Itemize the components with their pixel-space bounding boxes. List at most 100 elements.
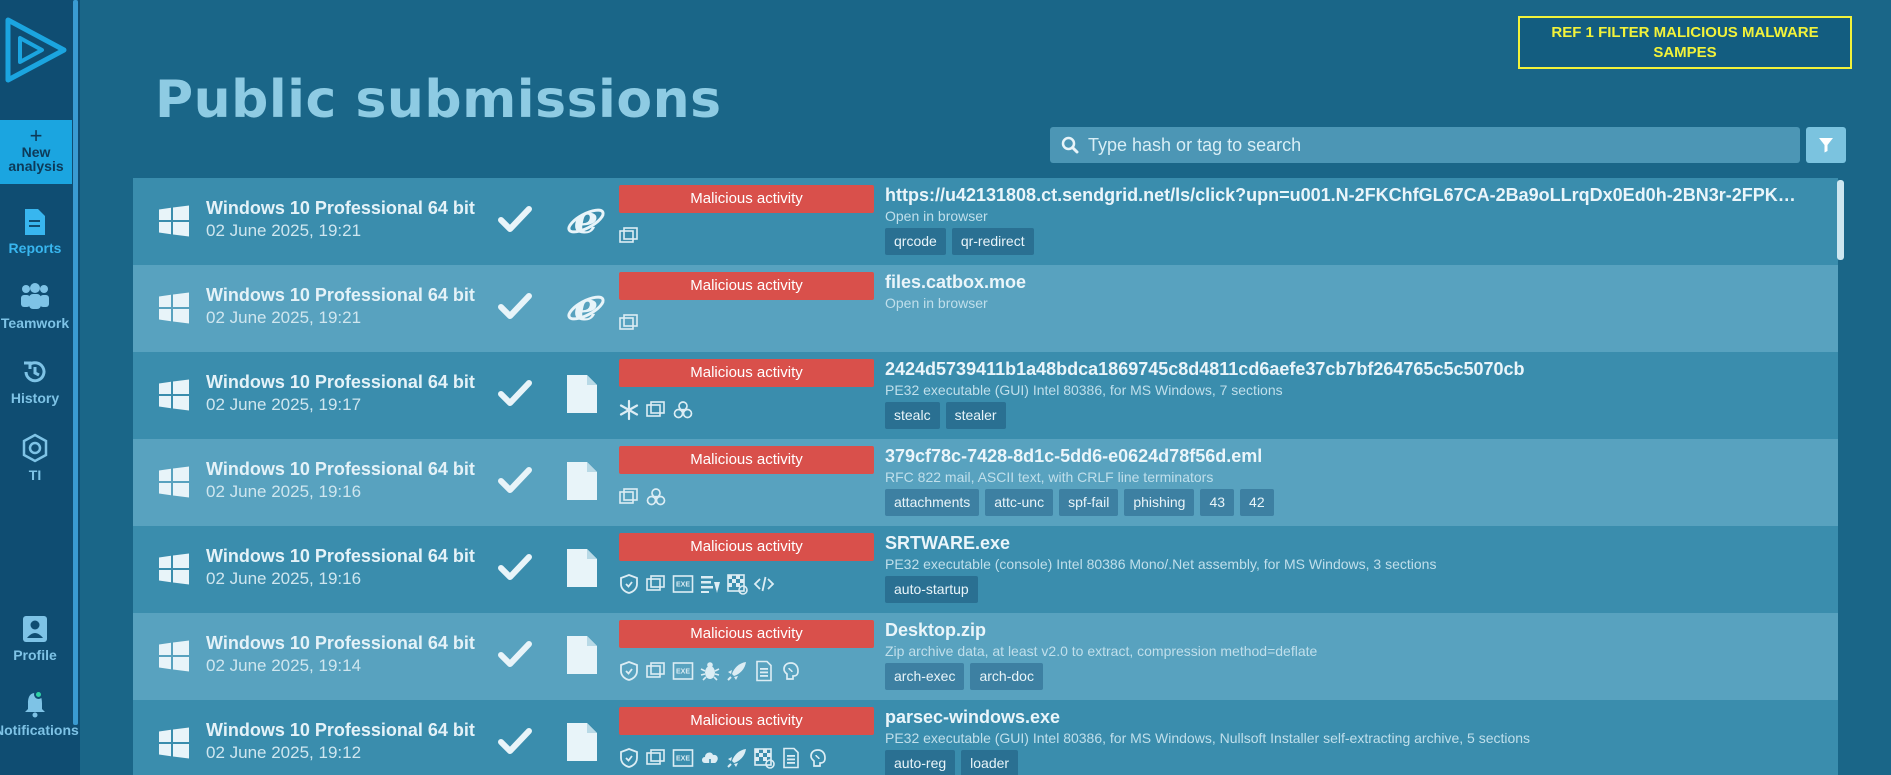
submission-title[interactable]: 379cf78c-7428-8d1c-5dd6-e0624d78f56d.eml: [885, 446, 1262, 467]
tag[interactable]: qrcode: [885, 228, 946, 255]
new-analysis-label-2: analysis: [8, 158, 64, 174]
os-icon: [158, 553, 190, 590]
file-icon: [567, 636, 597, 674]
reports-icon: [25, 209, 45, 235]
table-row[interactable]: Windows 10 Professional 64 bit 02 June 2…: [133, 700, 1838, 775]
file-icon: [567, 462, 597, 500]
sidebar-scrollbar[interactable]: [73, 0, 78, 725]
new-analysis-button[interactable]: + New analysis: [0, 120, 72, 184]
filter-button[interactable]: [1806, 127, 1846, 163]
app-type: [565, 721, 599, 768]
verdict-badge: Malicious activity: [619, 707, 874, 735]
search-input[interactable]: Type hash or tag to search: [1050, 127, 1800, 163]
submission-date: 02 June 2025, 19:16: [206, 482, 362, 501]
sidebar-item-history[interactable]: History: [0, 358, 70, 406]
sidebar-item-label: TI: [28, 467, 42, 483]
exe-icon: EXE: [672, 660, 694, 682]
sidebar-item-notifications[interactable]: Notifications: [0, 690, 79, 738]
verdict-badge: Malicious activity: [619, 272, 874, 300]
brain-icon: [780, 660, 802, 682]
verdict-badge: Malicious activity: [619, 620, 874, 648]
shield-icon: [618, 747, 640, 769]
table-row[interactable]: Windows 10 Professional 64 bit 02 June 2…: [133, 265, 1838, 352]
tag[interactable]: spf-fail: [1059, 489, 1119, 516]
status-check: [498, 378, 532, 413]
os-icon: [158, 379, 190, 416]
status-check: [498, 726, 532, 761]
internet-explorer-icon: e: [567, 284, 605, 329]
file-icon: [567, 549, 597, 587]
submission-title[interactable]: 2424d5739411b1a48bdca1869745c8d4811cd6ae…: [885, 359, 1525, 380]
submission-title[interactable]: parsec-windows.exe: [885, 707, 1060, 728]
sidebar-item-profile[interactable]: Profile: [0, 615, 70, 663]
table-row[interactable]: Windows 10 Professional 64 bit 02 June 2…: [133, 526, 1838, 613]
os-name: Windows 10 Professional 64 bit: [206, 633, 475, 653]
tag[interactable]: qr-redirect: [951, 228, 1034, 255]
behavior-icons: [618, 399, 694, 423]
submission-title[interactable]: Desktop.zip: [885, 620, 986, 641]
sidebar-item-label: Teamwork: [0, 315, 70, 331]
check-icon: [498, 206, 532, 232]
table-row[interactable]: Windows 10 Professional 64 bit 02 June 2…: [133, 352, 1838, 439]
submission-title[interactable]: SRTWARE.exe: [885, 533, 1010, 554]
tag[interactable]: phishing: [1124, 489, 1195, 516]
windows-icon: [618, 225, 640, 247]
tag-list: arch-exec arch-doc: [885, 663, 1043, 690]
submission-title[interactable]: https://u42131808.ct.sendgrid.net/ls/cli…: [885, 185, 1800, 206]
check-icon: [498, 728, 532, 754]
tag[interactable]: 42: [1240, 489, 1274, 516]
tag[interactable]: auto-reg: [885, 750, 956, 775]
windows-logo-icon: [159, 466, 189, 498]
table-row[interactable]: Windows 10 Professional 64 bit 02 June 2…: [133, 178, 1838, 265]
sidebar-item-label: History: [10, 390, 60, 406]
sidebar-item-label: Reports: [8, 240, 62, 256]
tag[interactable]: loader: [961, 750, 1019, 775]
tag[interactable]: arch-exec: [885, 663, 965, 690]
check-icon: [498, 641, 532, 667]
app-type: e: [565, 197, 607, 246]
os-name: Windows 10 Professional 64 bit: [206, 198, 475, 218]
code-icon: [753, 573, 775, 595]
os-name: Windows 10 Professional 64 bit: [206, 459, 475, 479]
sidebar-item-label: Notifications: [0, 722, 79, 738]
windows-icon: [645, 573, 667, 595]
submission-date: 02 June 2025, 19:12: [206, 743, 362, 762]
tag[interactable]: attachments: [885, 489, 980, 516]
profile-icon: [23, 616, 47, 642]
sidebar-item-ti[interactable]: TI: [0, 433, 70, 483]
windows-logo-icon: [159, 292, 189, 324]
windows-icon: [618, 486, 640, 508]
sidebar: + New analysis Reports Teamwork History: [0, 0, 80, 775]
table-row[interactable]: Windows 10 Professional 64 bit 02 June 2…: [133, 439, 1838, 526]
sidebar-item-reports[interactable]: Reports: [0, 208, 70, 256]
tag[interactable]: arch-doc: [970, 663, 1043, 690]
tag[interactable]: 43: [1200, 489, 1235, 516]
behavior-icons: [618, 312, 640, 336]
check-icon: [498, 467, 532, 493]
sidebar-item-teamwork[interactable]: Teamwork: [0, 283, 70, 331]
windows-logo-icon: [159, 553, 189, 585]
table-row[interactable]: Windows 10 Professional 64 bit 02 June 2…: [133, 613, 1838, 700]
submission-subtitle: Open in browser: [885, 208, 988, 224]
submission-subtitle: PE32 executable (GUI) Intel 80386, for M…: [885, 730, 1531, 746]
cloud-icon: [699, 747, 721, 769]
rocket-icon: [726, 660, 748, 682]
tag[interactable]: stealc: [885, 402, 940, 429]
search-icon: [1061, 136, 1079, 154]
internet-explorer-icon: e: [567, 197, 605, 242]
list-scrollbar[interactable]: [1837, 180, 1844, 260]
ref-note: REF 1 FILTER MALICIOUS MALWARE SAMPES: [1518, 16, 1852, 69]
app-type: [565, 547, 599, 594]
tag[interactable]: auto-startup: [885, 576, 978, 603]
check-icon: [498, 380, 532, 406]
tag[interactable]: attc-unc: [985, 489, 1054, 516]
app-type: [565, 460, 599, 507]
status-check: [498, 552, 532, 587]
tag[interactable]: stealer: [945, 402, 1006, 429]
anyrun-logo[interactable]: [2, 14, 70, 86]
submission-title[interactable]: files.catbox.moe: [885, 272, 1026, 293]
bug-icon: [699, 660, 721, 682]
windows-icon: [618, 312, 640, 334]
submission-date: 02 June 2025, 19:16: [206, 569, 362, 588]
tag-list: qrcode qr-redirect: [885, 228, 1034, 255]
